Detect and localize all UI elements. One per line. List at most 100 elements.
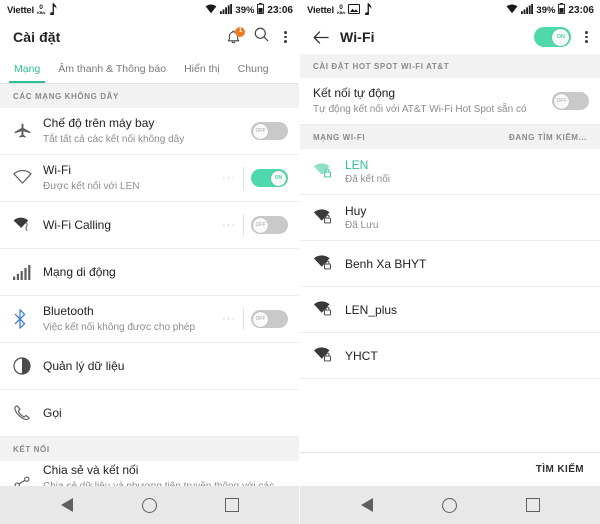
row-more-dots-icon[interactable]: ··· xyxy=(222,313,236,325)
tab-am-thanh-thong-bao[interactable]: Âm thanh & Thông báo xyxy=(49,54,175,83)
status-bar-left-group: Viettel 0 KB/s xyxy=(307,2,374,18)
settings-list[interactable]: CÁC MẠNG KHÔNG DÂY Chế độ trên máy bay T… xyxy=(0,84,299,486)
back-triangle-icon xyxy=(61,498,74,512)
clock-label: 23:06 xyxy=(568,4,594,16)
wifi-network-name: LEN_plus xyxy=(345,302,398,317)
wifi-secured-icon xyxy=(313,301,345,318)
data-speed-unit: KB/s xyxy=(336,10,346,16)
row-more-dots-icon[interactable]: ··· xyxy=(222,219,236,231)
section-header-hotspot: CÀI ĐẶT HOT SPOT WI-FI AT&T xyxy=(300,54,600,78)
wifi-calling-toggle[interactable]: OFF xyxy=(251,216,288,234)
back-arrow-icon[interactable] xyxy=(313,30,330,45)
overflow-menu-button[interactable] xyxy=(582,29,591,45)
status-bar-left: Viettel 0 KB/s 39% 23:06 xyxy=(0,0,299,20)
settings-row-bluetooth[interactable]: Bluetooth Việc kết nối không được cho ph… xyxy=(0,296,299,343)
wifi-network-row[interactable]: YHCT xyxy=(300,333,600,379)
music-icon xyxy=(363,2,374,18)
wifi-calling-icon xyxy=(13,217,43,233)
nav-back-button[interactable] xyxy=(47,486,87,524)
settings-row-title: Chế độ trên máy bay xyxy=(43,116,155,130)
notifications-button[interactable]: 1 xyxy=(225,26,246,46)
tab-hien-thi[interactable]: Hiển thị xyxy=(175,54,229,83)
settings-row-text: Mạng di động xyxy=(43,265,288,280)
tab-mang[interactable]: Mạng xyxy=(5,54,49,83)
tab-chung[interactable]: Chung xyxy=(229,54,278,83)
settings-row-wifi[interactable]: Wi-Fi Được kết nối với LEN ··· ON xyxy=(0,155,299,202)
auto-connect-toggle[interactable]: OFF xyxy=(552,92,589,110)
signal-bars-icon xyxy=(220,3,233,17)
settings-row-controls: ··· OFF xyxy=(222,214,288,236)
settings-row-subtitle: Việc kết nối không được cho phép xyxy=(43,322,196,333)
settings-row-title: Mạng di động xyxy=(43,264,116,279)
wifi-network-name: LEN xyxy=(345,158,369,172)
section-header-connectivity: KẾT NỐI xyxy=(0,437,299,461)
share-icon xyxy=(13,476,43,486)
wifi-screen: Viettel 0 KB/s 39% 23:06 Wi-Fi ON CÀI ĐẶ… xyxy=(300,0,600,524)
music-icon xyxy=(48,2,59,18)
tab-label: Âm thanh & Thông báo xyxy=(58,62,167,75)
wifi-network-text: LEN_plus xyxy=(345,303,589,317)
battery-icon xyxy=(257,3,265,17)
settings-row-share-connect[interactable]: Chia sẻ và kết nối Chia sẻ dữ liệu và ph… xyxy=(0,461,299,486)
app-bar-wifi: Wi-Fi ON xyxy=(300,20,600,54)
notification-badge: 1 xyxy=(235,26,246,37)
row-more-dots-icon[interactable]: ··· xyxy=(222,172,236,184)
wifi-network-row[interactable]: Huy Đã Lưu xyxy=(300,195,600,241)
settings-row-controls: OFF xyxy=(552,92,589,110)
wifi-scan-bar: TÌM KIẾM xyxy=(300,452,600,486)
gallery-icon xyxy=(348,3,361,17)
scan-button[interactable]: TÌM KIẾM xyxy=(536,464,584,475)
section-header-wifi-networks: MẠNG WI-FI ĐANG TÌM KIẾM... xyxy=(300,125,600,149)
overflow-menu-button[interactable] xyxy=(281,29,290,45)
wifi-network-name: Huy xyxy=(345,204,367,218)
wifi-network-row[interactable]: LEN Đã kết nối xyxy=(300,149,600,195)
wifi-toggle[interactable]: ON xyxy=(251,169,288,187)
nav-home-button[interactable] xyxy=(430,486,470,524)
settings-row-controls: ··· ON xyxy=(222,167,288,189)
wifi-network-text: Huy Đã Lưu xyxy=(345,204,589,231)
nav-recents-button[interactable] xyxy=(513,486,553,524)
tab-label: Mạng xyxy=(14,62,41,75)
settings-row-title: Chia sẻ và kết nối xyxy=(43,463,139,477)
airplane-icon xyxy=(13,122,43,141)
toggle-knob: OFF xyxy=(253,311,268,327)
settings-row-mobile-network[interactable]: Mạng di động xyxy=(0,249,299,296)
tab-label: Hiển thị xyxy=(184,62,220,75)
settings-row-title: Wi-Fi Calling xyxy=(43,217,112,232)
carrier-label: Viettel xyxy=(7,4,34,16)
settings-row-text: Wi-Fi Được kết nối với LEN xyxy=(43,163,222,193)
back-triangle-icon xyxy=(361,498,374,512)
home-circle-icon xyxy=(442,497,458,513)
wifi-network-status: Đã Lưu xyxy=(345,220,379,231)
wifi-content[interactable]: CÀI ĐẶT HOT SPOT WI-FI AT&T Kết nối tự đ… xyxy=(300,54,600,452)
wifi-master-toggle[interactable]: ON xyxy=(534,27,572,47)
wifi-network-row[interactable]: Benh Xa BHYT xyxy=(300,241,600,287)
nav-recents-button[interactable] xyxy=(212,486,252,524)
section-header-label: MẠNG WI-FI xyxy=(313,133,366,142)
bluetooth-toggle[interactable]: OFF xyxy=(251,310,288,328)
tab-label: Chung xyxy=(237,62,269,75)
wifi-network-row[interactable]: LEN_plus xyxy=(300,287,600,333)
settings-row-airplane-mode[interactable]: Chế độ trên máy bay Tắt tất cả các kết n… xyxy=(0,108,299,155)
toggle-knob: OFF xyxy=(253,123,268,139)
status-bar-right-group: 39% 23:06 xyxy=(506,3,594,17)
nav-home-button[interactable] xyxy=(129,486,169,524)
settings-row-calls[interactable]: Gọi xyxy=(0,390,299,437)
wifi-secured-icon xyxy=(313,255,345,272)
settings-row-wifi-calling[interactable]: Wi-Fi Calling ··· OFF xyxy=(0,202,299,249)
search-button[interactable] xyxy=(253,26,270,48)
data-speed-unit: KB/s xyxy=(36,10,46,16)
app-bar-actions: 1 xyxy=(225,26,290,48)
wifi-row-auto-connect[interactable]: Kết nối tự động Tự động kết nối với AT&T… xyxy=(300,78,600,125)
system-nav-bar-left xyxy=(0,486,299,524)
status-bar-right: Viettel 0 KB/s 39% 23:06 xyxy=(300,0,600,20)
row-divider xyxy=(243,214,244,236)
wifi-network-name: Benh Xa BHYT xyxy=(345,256,427,271)
settings-row-data-manager[interactable]: Quản lý dữ liệu xyxy=(0,343,299,390)
settings-tab-bar: Mạng Âm thanh & Thông báo Hiển thị Chung xyxy=(0,54,299,84)
wifi-network-name: YHCT xyxy=(345,348,378,363)
page-title: Cài đặt xyxy=(13,29,61,45)
wifi-secured-icon xyxy=(313,209,345,226)
airplane-mode-toggle[interactable]: OFF xyxy=(251,122,288,140)
nav-back-button[interactable] xyxy=(347,486,387,524)
